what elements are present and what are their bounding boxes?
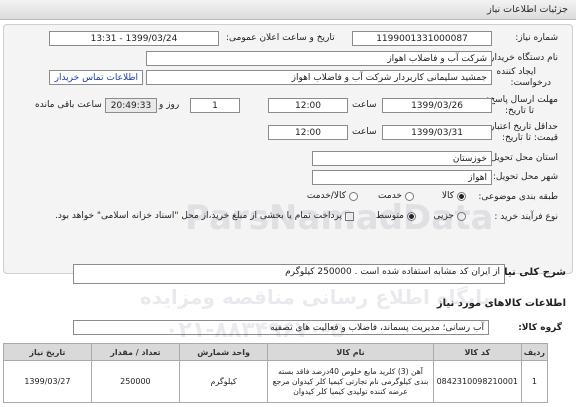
province-field[interactable]: خوزستان	[312, 151, 492, 166]
treasury-payment-checkbox[interactable]	[345, 211, 354, 221]
announce-date-field[interactable]: 1399/03/24 - 13:31	[49, 31, 219, 46]
validity-time-label: ساعت	[352, 127, 377, 137]
validity-time-field[interactable]: 12:00	[268, 125, 348, 140]
cell-item-name: آهن (3) کلرید مایع خلوص 40درصد فاقد بسته…	[267, 360, 434, 403]
category-option-goods[interactable]: کالا	[442, 191, 466, 201]
description-label: شرح کلی نیاز:	[494, 267, 566, 278]
cell-need-date: 1399/03/27	[3, 360, 92, 403]
page-header: جزئیات اطلاعات نیاز	[0, 0, 576, 20]
items-table-header-row: ردیف کد کالا نام کالا واحد شمارش تعداد /…	[3, 343, 549, 361]
deadline-label-line1: مهلت ارسال پاسخ:	[486, 95, 558, 105]
city-field[interactable]: اهواز	[312, 170, 492, 185]
buyer-field[interactable]: شرکت آب و فاضلاب اهواز	[146, 51, 492, 66]
category-goods-label: کالا	[441, 191, 454, 201]
cell-unit: کیلوگرم	[178, 360, 269, 403]
category-goods-service-label: کالا/خدمت	[306, 191, 346, 201]
col-header-need-date: تاریخ نیاز	[3, 343, 92, 361]
process-label: نوع فرآیند خرید :	[494, 212, 558, 222]
category-option-service[interactable]: خدمت	[378, 191, 414, 201]
category-option-goods-service[interactable]: کالا/خدمت	[307, 191, 358, 201]
item-group-field[interactable]: آب رسانی؛ مدیریت پسماند، فاضلاب و فعالیت…	[73, 320, 489, 335]
validity-date-field[interactable]: 1399/03/31	[382, 125, 492, 140]
deadline-date-field[interactable]: 1399/03/26	[382, 98, 492, 113]
remaining-time-field: 20:49:33	[105, 98, 157, 113]
city-label: شهر محل تحویل:	[492, 172, 558, 182]
process-option-medium[interactable]: متوسط	[376, 211, 416, 221]
category-label: طبقه بندی موضوعی:	[478, 192, 558, 202]
category-service-label: خدمت	[378, 191, 402, 201]
deadline-label-line2: تا تاریخ:	[504, 106, 534, 116]
process-medium-label: متوسط	[375, 211, 404, 221]
remaining-time-label: ساعت باقی مانده	[35, 100, 102, 110]
page-header-title: جزئیات اطلاعات نیاز	[487, 4, 568, 15]
table-row[interactable]: 1 0842310098210001 آهن (3) کلرید مایع خل…	[3, 360, 549, 403]
buyer-label: نام دستگاه خریدار:	[487, 53, 558, 63]
process-minor-label: جزیی	[433, 211, 454, 221]
deadline-time-label: ساعت	[352, 100, 377, 110]
need-number-field[interactable]: 1199001331000087	[352, 31, 492, 46]
creator-field[interactable]: جمشید سلیمانی کاربردار شرکت آب و فاضلاب …	[146, 70, 492, 85]
items-section-title: اطلاعات کالاهای مورد نیاز	[436, 298, 566, 309]
contact-link-box: اطلاعات تماس خریدار	[49, 70, 143, 85]
col-header-unit: واحد شمارش	[178, 343, 269, 361]
items-table: ردیف کد کالا نام کالا واحد شمارش تعداد /…	[3, 343, 549, 403]
description-field[interactable]: از ایران کد مشابه استفاده شده است . 2500…	[73, 264, 505, 284]
province-label: استان محل تحویل:	[487, 153, 558, 163]
days-remaining-field: 1	[190, 98, 240, 113]
category-service-radio[interactable]	[405, 191, 414, 201]
need-number-label: شماره نیاز:	[515, 33, 558, 43]
creator-label-line1: ایجاد کننده	[496, 67, 536, 77]
col-header-quantity: تعداد / مقدار	[90, 343, 180, 361]
creator-label-line2: درخواست:	[510, 78, 551, 88]
category-goods-radio[interactable]	[457, 191, 466, 201]
days-label: روز و	[159, 100, 180, 110]
item-group-label: گروه کالا:	[518, 323, 562, 333]
payment-option[interactable]: پرداخت تمام یا بخشی از مبلغ خرید،از محل …	[55, 211, 354, 221]
validity-label-line2: قیمت: تا تاریخ:	[502, 133, 558, 143]
treasury-payment-label: پرداخت تمام یا بخشی از مبلغ خرید،از محل …	[54, 211, 342, 221]
process-minor-radio[interactable]	[457, 211, 466, 221]
deadline-time-field[interactable]: 12:00	[268, 98, 348, 113]
announce-date-label: تاریخ و ساعت اعلان عمومی:	[226, 33, 335, 43]
validity-label-line1: حداقل تاریخ اعتبار	[490, 122, 558, 132]
cell-quantity: 250000	[90, 360, 180, 403]
col-header-item-code: کد کالا	[432, 343, 522, 361]
col-header-item-name: نام کالا	[267, 343, 434, 361]
category-goods-service-radio[interactable]	[349, 191, 358, 201]
buyer-contact-link[interactable]: اطلاعات تماس خریدار	[55, 73, 138, 83]
col-header-row-number: ردیف	[520, 343, 549, 361]
process-option-minor[interactable]: جزیی	[433, 211, 466, 221]
cell-row-number: 1	[520, 360, 549, 403]
process-medium-radio[interactable]	[407, 211, 416, 221]
cell-item-code: 0842310098210001	[432, 360, 522, 403]
